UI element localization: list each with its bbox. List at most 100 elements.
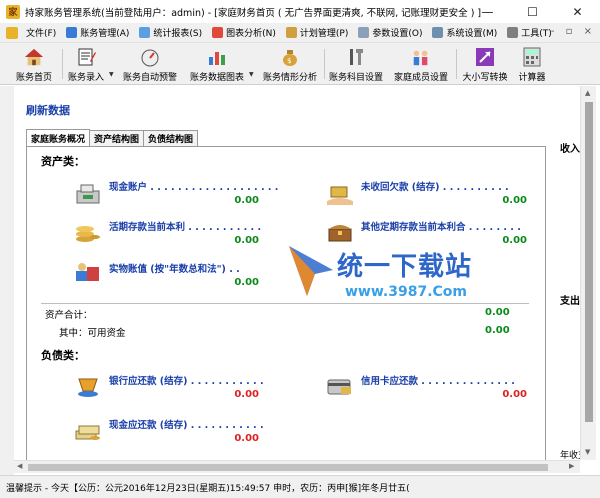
scroll-right-icon[interactable]: ▶: [569, 462, 574, 470]
subject-button[interactable]: 账务科目设置: [326, 45, 386, 83]
tab-overview-label: 家庭账务概况: [31, 134, 86, 145]
right-summary-panel: 收入类 支出类 年收支情: [546, 86, 596, 461]
physical-asset-value: 0.00: [234, 277, 259, 288]
watermark-text: 统一下载站: [337, 252, 473, 282]
menu-report-label: 统计报表(S): [153, 29, 203, 39]
gauge-icon: [140, 47, 160, 67]
menu-account-label: 账务管理(A): [80, 29, 130, 39]
params-menu-icon: [358, 27, 370, 38]
bank-payable-item[interactable]: 银行应还款 (结存) . . . . . . . . . . . 0.00: [109, 373, 264, 403]
chart-menu-icon: [212, 27, 224, 38]
cash-payable-item[interactable]: 现金应还款 (结存) . . . . . . . . . . . 0.00: [109, 417, 264, 447]
warning-button[interactable]: 账务自动预警: [118, 45, 182, 83]
receivables-label: 未收回欠款 (结存) . . . . . . . . . .: [361, 182, 509, 193]
menu-chart[interactable]: 图表分析(N): [212, 26, 276, 39]
warning-button-label: 账务自动预警: [122, 73, 177, 83]
entry-dropdown-icon[interactable]: ▼: [109, 71, 114, 78]
maximize-button[interactable]: ☐: [510, 0, 555, 23]
status-text: 温馨提示 - 今天【公历：公元2016年12月23日(星期五)15:49:57 …: [6, 483, 410, 494]
menu-plan-label: 计划管理(P): [299, 29, 349, 39]
refresh-link[interactable]: 刷新数据: [26, 102, 70, 118]
cash-register-icon: [73, 181, 103, 207]
chart-button-label: 账务数据图表: [189, 73, 244, 83]
available-funds-label: 其中：可用资金: [59, 328, 126, 339]
tab-liability-structure[interactable]: 负债结构图: [143, 130, 199, 146]
tab-strip: 家庭账务概况 资产结构图 负债结构图: [26, 129, 199, 146]
watermark-arrow-icon: [289, 246, 333, 296]
toolbar-separator: [456, 49, 457, 79]
app-icon: 家: [6, 4, 20, 19]
menu-report[interactable]: 统计报表(S): [139, 26, 202, 39]
window-controls: — ☐ ✕: [465, 0, 600, 23]
minimize-button[interactable]: —: [465, 0, 510, 23]
horizontal-scroll-thumb[interactable]: [28, 464, 548, 471]
cash-payable-value: 0.00: [234, 433, 259, 444]
analysis-button[interactable]: $ 账务情形分析: [258, 45, 322, 83]
scroll-down-icon[interactable]: ▼: [585, 448, 590, 456]
chart-button[interactable]: 账务数据图表: [186, 45, 248, 83]
subject-button-label: 账务科目设置: [328, 73, 383, 83]
fixed-deposit-label: 其他定期存款当前本利合 . . . . . . . .: [361, 222, 521, 233]
menu-tools[interactable]: 工具(T): [507, 26, 552, 39]
mdi-controls[interactable]: - ▫ ×: [551, 26, 596, 37]
vertical-scroll-thumb[interactable]: [585, 102, 593, 422]
watermark-url: www.3987.Com: [345, 284, 467, 300]
bank-payment-icon: [73, 373, 103, 399]
menu-params[interactable]: 参数设置(O): [358, 26, 422, 39]
receivables-item[interactable]: 未收回欠款 (结存) . . . . . . . . . . 0.00: [361, 179, 531, 209]
scroll-left-icon[interactable]: ◀: [17, 462, 22, 470]
menu-plan[interactable]: 计划管理(P): [285, 26, 349, 39]
analysis-button-label: 账务情形分析: [262, 73, 317, 83]
physical-asset-label: 实物账值 (按"年数总和法") . .: [109, 264, 240, 275]
demand-deposit-value: 0.00: [234, 235, 259, 246]
calculator-button[interactable]: 计算器: [514, 45, 550, 83]
cash-stack-icon: [73, 417, 103, 443]
vertical-scrollbar[interactable]: ▲ ▼: [580, 86, 596, 460]
toolbar: 账务首页 账务录入 ▼ 账务自动预警 账务数据图表 ▼ $ 账务情形分析 账务科…: [0, 43, 600, 85]
members-button[interactable]: 家庭成员设置: [390, 45, 452, 83]
bar-chart-icon: [207, 47, 227, 67]
members-button-label: 家庭成员设置: [393, 73, 448, 83]
scroll-up-icon[interactable]: ▲: [585, 89, 590, 97]
entry-button[interactable]: 账务录入: [64, 45, 108, 83]
assets-title: 资产类：: [41, 155, 85, 168]
horizontal-scrollbar[interactable]: ◀ ▶: [14, 460, 580, 473]
credit-card-icon: [325, 373, 355, 399]
menu-account[interactable]: 账务管理(A): [66, 26, 129, 39]
tab-overview[interactable]: 家庭账务概况: [26, 129, 91, 146]
menu-bar: 文件(F) 账务管理(A) 统计报表(S) 图表分析(N) 计划管理(P) 参数…: [0, 23, 600, 43]
tools-icon: [346, 47, 366, 67]
menu-file[interactable]: 文件(F): [26, 26, 56, 39]
window-title: 持家账务管理系统(当前登陆用户：admin) - [家庭财务首页 ( 无广告界面…: [25, 7, 482, 19]
available-funds-value: 0.00: [485, 325, 510, 336]
tools-menu-icon: [507, 27, 519, 38]
demand-deposit-item[interactable]: 活期存款当前本利 . . . . . . . . . . . 0.00: [109, 219, 262, 249]
toolbar-separator: [324, 49, 325, 79]
goods-icon: [73, 259, 103, 285]
menu-system-label: 系统设置(M): [446, 29, 498, 39]
close-button[interactable]: ✕: [555, 0, 600, 23]
bank-payable-value: 0.00: [234, 389, 259, 400]
entry-button-label: 账务录入: [67, 73, 104, 83]
physical-asset-item[interactable]: 实物账值 (按"年数总和法") . . 0.00: [109, 261, 259, 291]
chart-dropdown-icon[interactable]: ▼: [249, 71, 254, 78]
tab-asset-structure-label: 资产结构图: [94, 135, 140, 145]
account-menu-icon: [66, 27, 78, 38]
demand-deposit-label: 活期存款当前本利 . . . . . . . . . . .: [109, 222, 262, 233]
cash-account-item[interactable]: 现金账户 . . . . . . . . . . . . . . . . . .…: [109, 179, 278, 209]
tab-asset-structure[interactable]: 资产结构图: [89, 130, 145, 146]
case-convert-button[interactable]: 大小写转换: [458, 45, 512, 83]
watermark-logo: 统一下载站 www.3987.Com: [285, 240, 485, 306]
notebook-icon: [76, 47, 96, 67]
credit-card-payable-item[interactable]: 信用卡应还款 . . . . . . . . . . . . . . 0.00: [361, 373, 531, 403]
asset-total-value: 0.00: [485, 307, 510, 318]
menu-system[interactable]: 系统设置(M): [432, 26, 497, 39]
liabilities-title: 负债类：: [41, 349, 85, 362]
hand-money-icon: [325, 181, 355, 207]
asset-total-label: 资产合计：: [45, 310, 93, 321]
menu-tools-label: 工具(T): [521, 29, 552, 39]
case-convert-button-label: 大小写转换: [462, 73, 508, 83]
mdi-app-icon[interactable]: [6, 26, 18, 39]
credit-card-payable-label: 信用卡应还款 . . . . . . . . . . . . . .: [361, 376, 515, 387]
home-button[interactable]: 账务首页: [10, 45, 58, 83]
